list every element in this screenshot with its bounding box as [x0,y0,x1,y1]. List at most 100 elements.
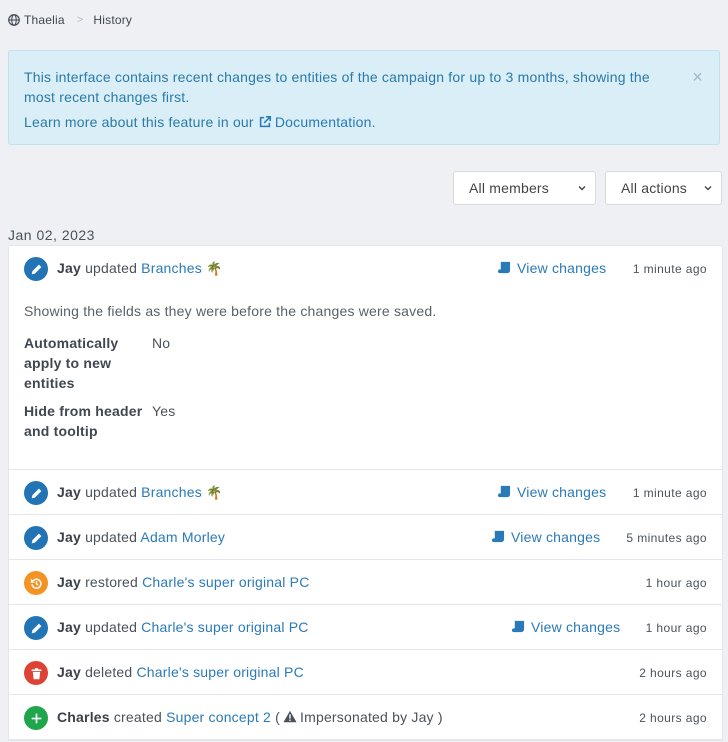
actions-filter-value: All actions [621,180,688,196]
history-row: Charles created Super concept 2 ( Imperso… [9,695,722,740]
close-alert-button[interactable]: × [692,67,703,87]
view-changes-button[interactable]: View changes [491,529,600,545]
action-avatar [24,571,48,595]
view-changes-label: View changes [517,484,607,500]
learn-more-text: Learn more about this feature in our [24,114,254,130]
action-avatar [24,706,48,730]
view-changes-button[interactable]: View changes [511,619,620,635]
info-alert: This interface contains recent changes t… [8,50,720,145]
entity-emoji: 🌴 [206,485,223,500]
action-verb: created [113,709,162,725]
view-changes-label: View changes [531,619,621,635]
members-filter-value: All members [469,180,549,196]
user-name: Jay [57,619,81,635]
action-verb: updated [85,619,138,635]
action-avatar [24,481,48,505]
user-name: Jay [57,260,81,276]
detail-field: Hide from header and tooltip Yes [24,401,704,441]
action-verb: deleted [85,664,133,680]
history-entry-text: Jay updated Adam Morley [57,529,225,545]
user-name: Jay [57,664,81,680]
action-verb: updated [85,260,138,276]
members-filter-select[interactable]: All members [453,171,596,205]
history-entry-text: Jay updated Charle's super original PC [57,619,309,635]
action-avatar [24,257,48,281]
plus-icon [31,713,41,723]
pencil-icon [31,264,41,274]
action-verb: updated [85,529,138,545]
timestamp: 5 minutes ago [626,531,707,545]
history-entry-text: Jay updated Branches 🌴 [57,260,222,277]
scroll-icon [498,261,511,274]
close-paren: ) [437,709,443,725]
entity-link[interactable]: Super concept 2 [166,709,271,725]
user-name: Jay [57,574,81,590]
scroll-icon [492,530,505,543]
pencil-icon [31,623,41,633]
alert-text: This interface contains recent changes t… [24,69,650,105]
impersonation-note: Impersonated by Jay [300,709,434,725]
history-row: Jay updated Branches 🌴 View changes 1 mi… [9,470,722,515]
timestamp: 2 hours ago [639,711,707,725]
entity-link[interactable]: Charle's super original PC [141,619,308,635]
user-name: Jay [57,529,81,545]
timestamp: 1 hour ago [645,576,707,590]
scroll-icon [498,485,511,498]
change-details: Showing the fields as they were before t… [24,303,704,449]
chevron-down-icon [704,186,712,191]
user-name: Jay [57,484,81,500]
external-link-icon [259,115,271,128]
entity-link[interactable]: Adam Morley [140,529,225,545]
history-entry-text: Charles created Super concept 2 ( Imperso… [57,709,443,725]
action-verb: restored [85,574,139,590]
view-changes-label: View changes [511,529,601,545]
breadcrumb-separator: > [76,14,84,26]
pencil-icon [31,488,41,498]
breadcrumb-current: History [93,13,133,27]
detail-field: Automatically apply to new entities No [24,333,704,393]
actions-filter-select[interactable]: All actions [605,171,722,205]
warning-icon [283,710,297,723]
view-changes-label: View changes [517,260,607,276]
entity-link[interactable]: Charle's super original PC [142,574,309,590]
history-row: Jay updated Charle's super original PC V… [9,605,722,650]
timestamp: 2 hours ago [639,666,707,680]
scroll-icon [512,620,525,633]
learn-more-suffix: . [371,114,376,130]
history-row: Jay restored Charle's super original PC … [9,560,722,605]
user-name: Charles [57,709,110,725]
field-value: Yes [152,403,176,419]
documentation-link[interactable]: Documentation [258,114,372,130]
history-entry-text: Jay restored Charle's super original PC [57,574,310,590]
view-changes-button[interactable]: View changes [497,260,606,276]
chevron-down-icon [578,186,586,191]
history-icon [30,578,42,589]
breadcrumb-campaign-link[interactable]: Thaelia [24,13,65,27]
entity-link[interactable]: Branches [141,260,202,276]
documentation-link-label: Documentation [274,114,372,130]
alert-learn-more: Learn more about this feature in our Doc… [24,112,703,132]
timestamp: 1 minute ago [632,262,707,276]
history-row: Jay updated Branches 🌴 View changes 1 mi… [9,246,722,470]
entity-link[interactable]: Branches [141,484,202,500]
view-changes-button[interactable]: View changes [497,484,606,500]
globe-icon [8,14,20,26]
action-avatar [24,616,48,640]
field-label: Automatically apply to new entities [24,335,119,391]
field-label: Hide from header and tooltip [24,403,143,439]
timestamp: 1 hour ago [645,621,707,635]
open-paren: ( [275,709,280,725]
date-header: Jan 02, 2023 [8,227,95,243]
action-avatar [24,661,48,685]
entity-link[interactable]: Charle's super original PC [137,664,304,680]
action-verb: updated [85,484,138,500]
pencil-icon [31,533,41,543]
details-intro: Showing the fields as they were before t… [24,303,437,319]
entity-emoji: 🌴 [206,261,223,276]
history-list: Jay updated Branches 🌴 View changes 1 mi… [8,245,723,741]
history-entry-text: Jay updated Branches 🌴 [57,484,222,501]
breadcrumb: Thaelia > History [8,13,132,27]
trash-icon [31,667,41,679]
field-value: No [152,335,171,351]
history-row: Jay deleted Charle's super original PC 2… [9,650,722,695]
